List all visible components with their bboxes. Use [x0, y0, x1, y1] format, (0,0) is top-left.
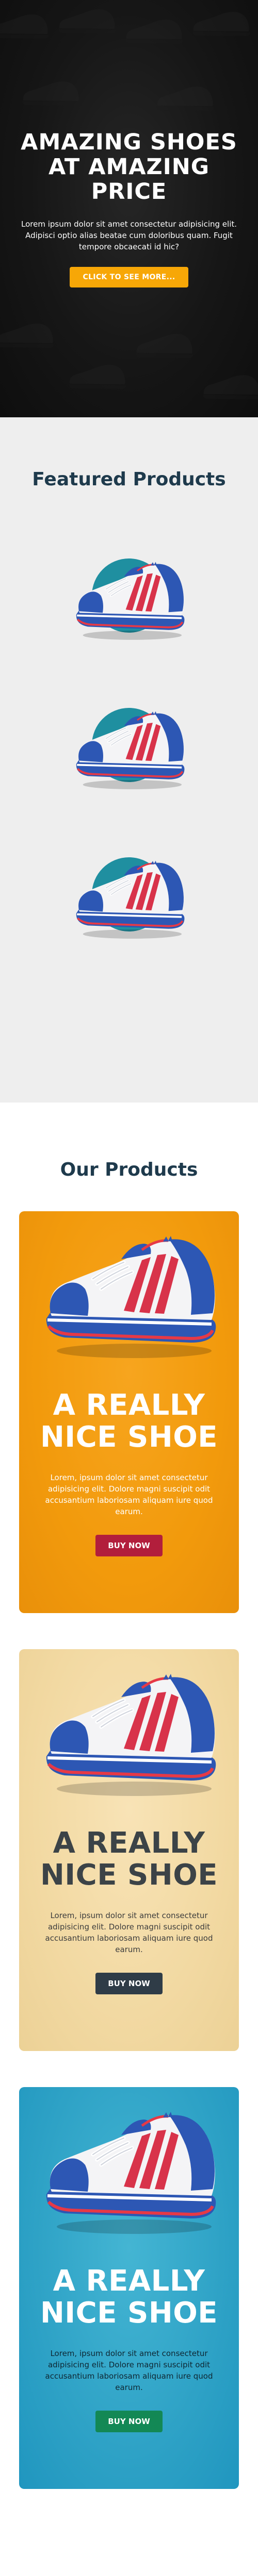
buy-now-button[interactable]: BUY NOW	[95, 1535, 163, 1556]
card-description: Lorem, ipsum dolor sit amet consectetur …	[45, 1911, 213, 1954]
hero-content: AMAZING SHOES AT AMAZING PRICE Lorem ips…	[21, 130, 237, 287]
sneaker-icon	[70, 558, 188, 645]
products-title: Our Products	[60, 1159, 198, 1180]
sneaker-icon	[36, 1226, 222, 1365]
sneaker-icon	[70, 708, 188, 794]
featured-list	[0, 521, 258, 969]
card-title: A REALLY NICE SHOE	[40, 1388, 218, 1454]
hero-section: AMAZING SHOES AT AMAZING PRICE Lorem ips…	[0, 0, 258, 417]
card-description: Lorem, ipsum dolor sit amet consectetur …	[45, 1473, 213, 1516]
sneaker-icon	[36, 2102, 222, 2241]
featured-title: Featured Products	[32, 469, 226, 490]
product-card-1: A REALLY NICE SHOE Lorem, ipsum dolor si…	[19, 1211, 239, 1613]
products-section: Our Products A REALLY NICE SHOE Lorem, i…	[0, 1103, 258, 2561]
product-card-2: A REALLY NICE SHOE Lorem, ipsum dolor si…	[19, 1649, 239, 2051]
featured-product-1[interactable]	[0, 521, 258, 670]
featured-section: Featured Products	[0, 417, 258, 1103]
see-more-button[interactable]: CLICK TO SEE MORE...	[69, 267, 189, 287]
products-bottom-spacer	[0, 2489, 258, 2561]
buy-now-button[interactable]: BUY NOW	[95, 2411, 163, 2432]
product-card-3: A REALLY NICE SHOE Lorem, ipsum dolor si…	[19, 2087, 239, 2489]
hero-description: Lorem ipsum dolor sit amet consectetur a…	[21, 219, 237, 251]
sneaker-icon	[36, 1664, 222, 1803]
hero-title: AMAZING SHOES AT AMAZING PRICE	[21, 129, 237, 205]
buy-now-button[interactable]: BUY NOW	[95, 1973, 163, 1994]
card-title: A REALLY NICE SHOE	[40, 1826, 218, 1892]
featured-product-2[interactable]	[0, 670, 258, 820]
featured-product-3[interactable]	[0, 820, 258, 969]
card-title: A REALLY NICE SHOE	[40, 2264, 218, 2330]
card-description: Lorem, ipsum dolor sit amet consectetur …	[45, 2349, 213, 2392]
sneaker-icon	[70, 857, 188, 943]
